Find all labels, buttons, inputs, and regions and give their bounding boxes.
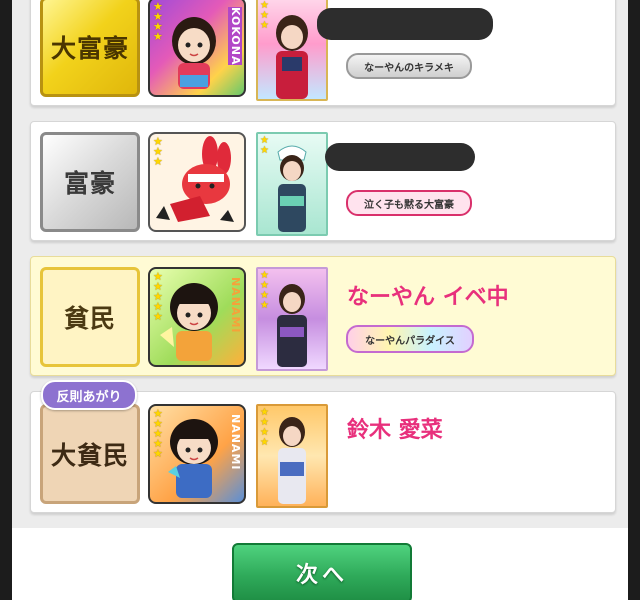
player-avatar[interactable]: ★ ★ ★ ★ ★ NANAMI	[148, 267, 246, 367]
player-row-4: 大貧民 反則あがり ★ ★ ★ ★ ★ NANAMI ★ ★ ★ ★ 鈴木 愛菜	[30, 380, 616, 513]
player-avatar[interactable]: ★ ★ ★ ★ KOKONA	[148, 0, 246, 97]
avatar-name-label: NANAMI	[229, 277, 242, 334]
card-stars: ★ ★ ★ ★	[260, 407, 269, 448]
member-card[interactable]: ★ ★	[256, 132, 328, 236]
next-button[interactable]: 次へ	[232, 543, 412, 600]
foul-finish-badge: 反則あがり	[41, 380, 137, 410]
title-badge: なーやんのキラメキ	[346, 53, 472, 79]
avatar-name-label: NANAMI	[229, 414, 242, 471]
member-card[interactable]: ★ ★ ★ ★	[256, 267, 328, 371]
player-name: 鈴木 愛菜	[347, 418, 443, 443]
rank-label-fugo: 富豪	[40, 132, 140, 232]
card-stars: ★ ★	[260, 135, 269, 156]
member-card[interactable]: ★ ★ ★ ★	[256, 404, 328, 508]
rabbit-character-icon	[156, 136, 234, 222]
player-row-2: 富豪 ★ ★ ★ ★ ★ 泣く子も黙る大富豪	[30, 121, 616, 241]
title-badge: なーやんパラダイス	[346, 325, 474, 353]
player-row-1: 大富豪 ★ ★ ★ ★ KOKONA ★ ★ ★ なーやんのキラメキ	[30, 0, 616, 106]
redacted-name	[317, 8, 493, 40]
rank-label-hinmin: 貧民	[40, 267, 140, 367]
card-stars: ★ ★ ★	[260, 0, 269, 31]
player-avatar[interactable]: ★ ★ ★	[148, 132, 246, 232]
title-badge: 泣く子も黙る大富豪	[346, 190, 472, 216]
rank-label-daihinmin: 大貧民	[40, 404, 140, 504]
redacted-name	[325, 143, 475, 171]
avatar-name-label: KOKONA	[228, 7, 242, 66]
member-card[interactable]: ★ ★ ★	[256, 0, 328, 101]
rank-label-daifugo: 大富豪	[40, 0, 140, 97]
card-stars: ★ ★ ★ ★	[260, 270, 269, 311]
player-row-3-self: 貧民 ★ ★ ★ ★ ★ NANAMI ★ ★ ★ ★ なーやん イベ中 なーやんパラダイス	[30, 256, 616, 376]
player-name: なーやん イベ中	[347, 285, 509, 310]
player-avatar[interactable]: ★ ★ ★ ★ ★ NANAMI	[148, 404, 246, 504]
